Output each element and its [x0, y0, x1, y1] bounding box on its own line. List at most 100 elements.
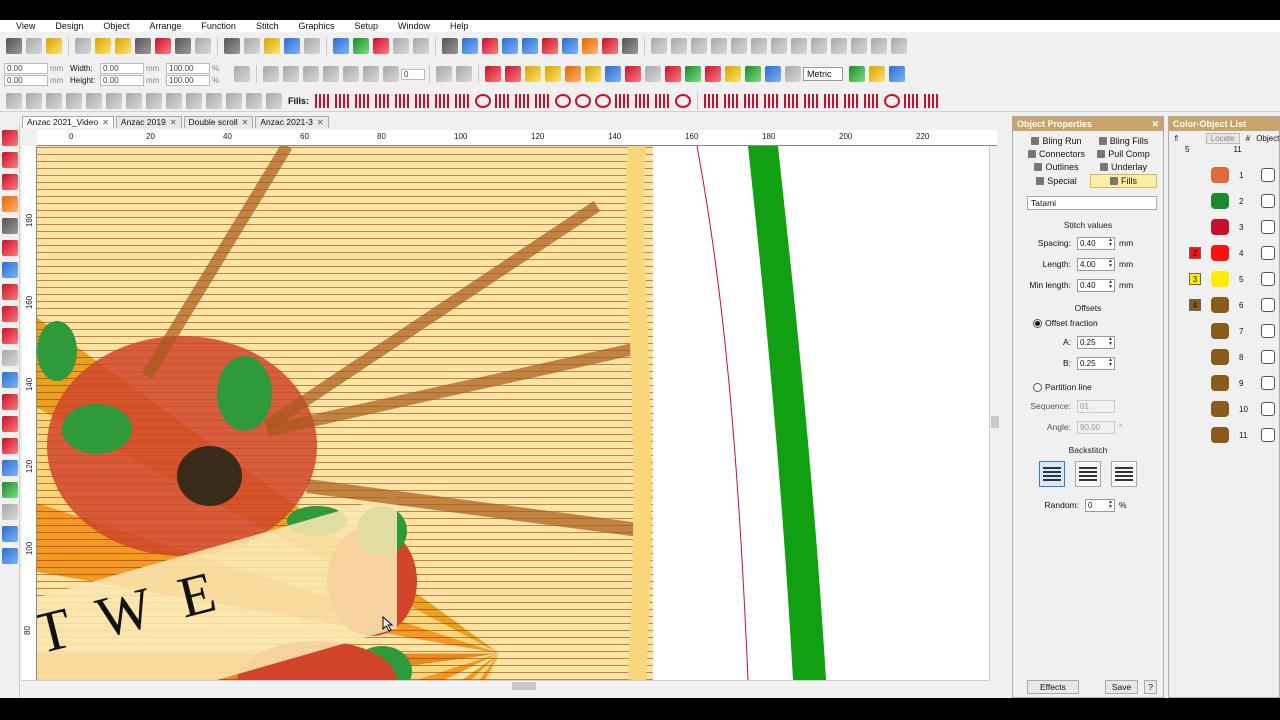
backstitch-option-3[interactable] [1111, 461, 1137, 487]
travel-icon[interactable] [333, 38, 349, 54]
tab-connectors[interactable]: Connectors [1023, 148, 1090, 160]
curve-run-icon[interactable] [266, 92, 282, 109]
wand-icon[interactable] [545, 66, 561, 82]
fill-arrow-icon[interactable] [764, 93, 781, 108]
scissors-icon[interactable] [645, 66, 661, 82]
spin-arrows-icon[interactable]: ▲ ▼ [1107, 337, 1114, 347]
reshape-tool-icon[interactable] [2, 152, 18, 168]
fill-x-icon[interactable] [535, 93, 552, 108]
measure-tool-icon[interactable] [2, 548, 18, 564]
menu-function[interactable]: Function [187, 20, 242, 32]
close-icon[interactable]: ✕ [317, 117, 324, 128]
close-icon[interactable]: ✕ [102, 117, 109, 128]
fill-satin-icon[interactable] [335, 93, 352, 108]
radio-unchecked-icon[interactable] [1033, 382, 1042, 392]
x-position-input[interactable] [4, 62, 48, 74]
table2-icon[interactable] [785, 66, 801, 82]
backstitch-option-1[interactable] [1039, 461, 1065, 487]
chain-icon[interactable] [106, 92, 122, 109]
spin-arrows-icon[interactable]: ▲ ▼ [1107, 280, 1114, 290]
measure-icon[interactable] [849, 66, 865, 82]
open-recent-icon[interactable] [115, 38, 131, 54]
distribute-icon[interactable] [771, 38, 787, 54]
skew-icon[interactable] [711, 38, 727, 54]
satin-icon[interactable] [485, 66, 501, 82]
color-object-row[interactable]: 7 [1169, 319, 1279, 345]
rotation-input[interactable] [401, 68, 425, 80]
doc-tab-anzac-2019[interactable]: Anzac 2019 ✕ [115, 116, 182, 128]
wrench-icon[interactable] [26, 38, 42, 54]
bean-icon[interactable] [46, 92, 62, 109]
color-object-row[interactable]: 46 [1169, 293, 1279, 319]
redo-icon[interactable] [304, 38, 320, 54]
line-icon[interactable] [246, 92, 262, 109]
gear-tool-icon[interactable] [2, 328, 18, 344]
motif-run-icon[interactable] [66, 92, 82, 109]
design-canvas[interactable]: T W E [37, 146, 989, 680]
shapes-icon[interactable] [602, 38, 618, 54]
knife-tool-icon[interactable] [2, 284, 18, 300]
e-stitch-icon[interactable] [146, 92, 162, 109]
align-bottom-icon[interactable] [363, 66, 379, 82]
folder-stack-icon[interactable] [46, 38, 62, 54]
align-icon[interactable] [751, 38, 767, 54]
lock-proportion-icon[interactable] [234, 66, 250, 82]
node-tool-icon[interactable] [2, 350, 18, 366]
fill-step-icon[interactable] [375, 93, 392, 108]
color-object-row[interactable]: 35 [1169, 267, 1279, 293]
fill-comb-icon[interactable] [824, 93, 841, 108]
stem-icon[interactable] [86, 92, 102, 109]
print-preview-icon[interactable] [195, 38, 211, 54]
undo-icon[interactable] [284, 38, 300, 54]
pointer-icon[interactable] [889, 66, 905, 82]
tab-bling-run[interactable]: Bling Run [1023, 135, 1090, 147]
bead-icon[interactable] [665, 66, 681, 82]
fill-cross-icon[interactable] [455, 93, 472, 108]
menu-setup[interactable]: Setup [340, 20, 384, 32]
fill-check-icon[interactable] [724, 93, 741, 108]
tab-bling-fills[interactable]: Bling Fills [1090, 135, 1157, 147]
layers-icon[interactable] [502, 38, 518, 54]
backstitch-option-2[interactable] [1075, 461, 1101, 487]
length-input[interactable]: 4.00 ▲ ▼ [1077, 257, 1115, 271]
rotate-icon[interactable] [383, 66, 399, 82]
fill-contour-icon[interactable] [555, 93, 572, 108]
color-object-row[interactable]: 9 [1169, 371, 1279, 397]
doc-tab-anzac-2021-3[interactable]: Anzac 2021-3 ✕ [255, 116, 329, 128]
open-folder-icon[interactable] [95, 38, 111, 54]
rope-icon[interactable] [206, 92, 222, 109]
circle-array-icon[interactable] [891, 38, 907, 54]
tab-fills[interactable]: Fills [1090, 174, 1157, 188]
mirror-h-icon[interactable] [651, 38, 667, 54]
vertical-scrollbar[interactable] [989, 146, 999, 680]
width-input[interactable] [100, 62, 144, 74]
height-input[interactable] [100, 74, 144, 86]
help-button[interactable]: ? [1144, 680, 1157, 694]
radio-checked-icon[interactable] [1033, 318, 1042, 328]
embroidery-design[interactable]: T W E [37, 146, 653, 680]
spin-arrows-icon[interactable]: ▲ ▼ [1107, 500, 1114, 510]
scroll-thumb[interactable] [991, 416, 999, 428]
shapes2-icon[interactable] [625, 66, 641, 82]
close-icon[interactable]: ✕ [242, 117, 249, 128]
blanket-icon[interactable] [186, 92, 202, 109]
copy-icon[interactable] [244, 38, 260, 54]
spin-arrows-icon[interactable]: ▲ ▼ [1107, 259, 1114, 269]
menu-graphics[interactable]: Graphics [284, 20, 340, 32]
min-length-input[interactable]: 0.40 ▲ ▼ [1077, 278, 1115, 292]
fill-fan-icon[interactable] [804, 93, 821, 108]
info-icon[interactable] [442, 38, 458, 54]
close-icon[interactable]: ✕ [170, 117, 177, 128]
resize-icon[interactable] [731, 38, 747, 54]
scale-height-input[interactable] [166, 74, 210, 86]
arc-tool-icon[interactable] [2, 240, 18, 256]
spin-arrows-icon[interactable]: ▲ ▼ [1107, 238, 1114, 248]
machine-icon[interactable] [462, 38, 478, 54]
star-tool-icon[interactable] [2, 306, 18, 322]
fill-bubble-icon[interactable] [864, 93, 881, 108]
tab-pull-comp[interactable]: Pull Comp [1090, 148, 1157, 160]
rectangle-tool-icon[interactable] [2, 218, 18, 234]
column-tool-icon[interactable] [2, 262, 18, 278]
person-icon[interactable] [582, 38, 598, 54]
y-position-input[interactable] [4, 74, 48, 86]
